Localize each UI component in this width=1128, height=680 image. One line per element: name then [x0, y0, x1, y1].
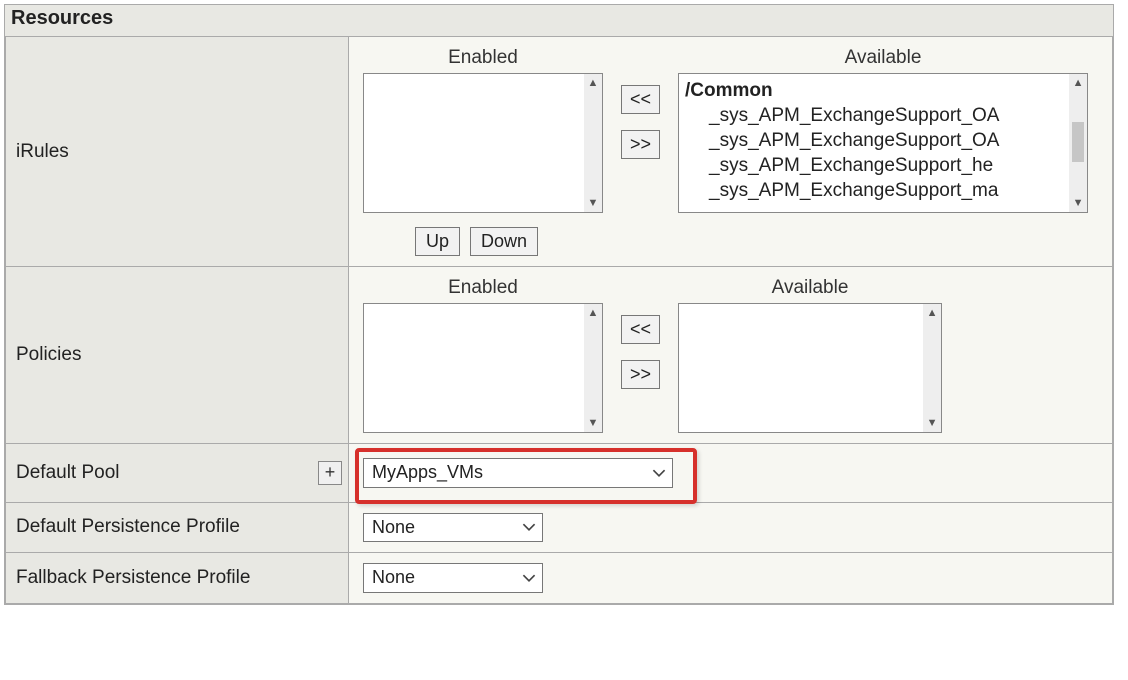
up-arrow-icon: ▲: [923, 304, 941, 322]
panel-legend: Resources: [5, 5, 1113, 36]
down-arrow-icon: ▼: [584, 194, 602, 212]
irules-label: iRules: [6, 37, 349, 267]
down-arrow-icon: ▼: [584, 414, 602, 432]
irules-move-left-button[interactable]: <<: [621, 85, 660, 114]
default-pool-label-text: Default Pool: [16, 462, 120, 483]
resources-panel: Resources iRules Enabled ▲ ▼: [4, 4, 1114, 605]
default-persistence-content: None: [349, 502, 1113, 553]
irules-available-listbox[interactable]: /Common _sys_APM_ExchangeSupport_OA _sys…: [678, 73, 1088, 213]
fallback-persistence-value: None: [372, 567, 415, 587]
policies-move-left-button[interactable]: <<: [621, 315, 660, 344]
up-arrow-icon: ▲: [584, 304, 602, 322]
irules-down-button[interactable]: Down: [470, 227, 538, 256]
irules-up-button[interactable]: Up: [415, 227, 460, 256]
list-item[interactable]: _sys_APM_ExchangeSupport_he: [681, 153, 1085, 178]
fallback-persistence-select[interactable]: None: [363, 563, 543, 593]
down-arrow-icon: ▼: [923, 414, 941, 432]
add-pool-button[interactable]: +: [318, 461, 342, 485]
scrollbar: ▲ ▼: [584, 74, 602, 212]
default-persistence-select[interactable]: None: [363, 513, 543, 543]
up-arrow-icon: ▲: [584, 74, 602, 92]
chevron-down-icon: [522, 520, 536, 534]
default-pool-value: MyApps_VMs: [372, 462, 483, 482]
scrollbar: ▲ ▼: [923, 304, 941, 432]
scrollbar[interactable]: ▲ ▼: [1069, 74, 1087, 212]
irules-content: Enabled ▲ ▼ << >>: [349, 37, 1113, 267]
default-persistence-label: Default Persistence Profile: [6, 502, 349, 553]
policies-move-right-button[interactable]: >>: [621, 360, 660, 389]
list-item[interactable]: _sys_APM_ExchangeSupport_ma: [681, 178, 1085, 203]
fallback-persistence-label: Fallback Persistence Profile: [6, 553, 349, 604]
irules-enabled-label: Enabled: [448, 47, 518, 69]
default-pool-select[interactable]: MyApps_VMs: [363, 458, 673, 488]
list-item[interactable]: _sys_APM_ExchangeSupport_OA: [681, 103, 1085, 128]
chevron-down-icon: [652, 466, 666, 480]
policies-content: Enabled ▲ ▼ << >> Available: [349, 267, 1113, 444]
policies-label: Policies: [6, 267, 349, 444]
policies-enabled-listbox[interactable]: ▲ ▼: [363, 303, 603, 433]
scrollbar-thumb[interactable]: [1072, 122, 1084, 162]
default-persistence-value: None: [372, 517, 415, 537]
list-item[interactable]: _sys_APM_ExchangeSupport_OA: [681, 128, 1085, 153]
irules-move-right-button[interactable]: >>: [621, 130, 660, 159]
resources-table: iRules Enabled ▲ ▼: [5, 36, 1113, 604]
plus-icon: +: [325, 462, 336, 483]
scrollbar: ▲ ▼: [584, 304, 602, 432]
up-arrow-icon[interactable]: ▲: [1069, 74, 1087, 92]
default-pool-content: MyApps_VMs: [349, 444, 1113, 503]
irules-available-label: Available: [845, 47, 922, 69]
policies-enabled-label: Enabled: [448, 277, 518, 299]
chevron-down-icon: [522, 571, 536, 585]
default-pool-label: Default Pool +: [6, 444, 349, 503]
fallback-persistence-content: None: [349, 553, 1113, 604]
policies-available-listbox[interactable]: ▲ ▼: [678, 303, 942, 433]
policies-available-label: Available: [772, 277, 849, 299]
down-arrow-icon[interactable]: ▼: [1069, 194, 1087, 212]
irules-available-header: /Common: [681, 78, 1085, 103]
irules-enabled-listbox[interactable]: ▲ ▼: [363, 73, 603, 213]
